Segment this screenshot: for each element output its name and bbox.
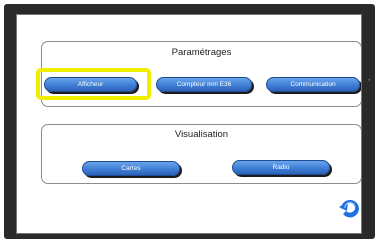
selection-highlight: [36, 68, 151, 100]
parametrages-title: Paramétrages: [171, 47, 232, 58]
visualisation-title: Visualisation: [174, 129, 229, 140]
back-arrow-icon[interactable]: [339, 197, 361, 219]
side-mark: *: [368, 79, 371, 85]
cartes-button[interactable]: Cartes: [82, 161, 180, 176]
compteur-mm-e36-button[interactable]: Compteur mm E36: [156, 77, 252, 92]
radio-button[interactable]: Radio: [232, 160, 330, 175]
communication-button[interactable]: Communication: [266, 77, 360, 92]
